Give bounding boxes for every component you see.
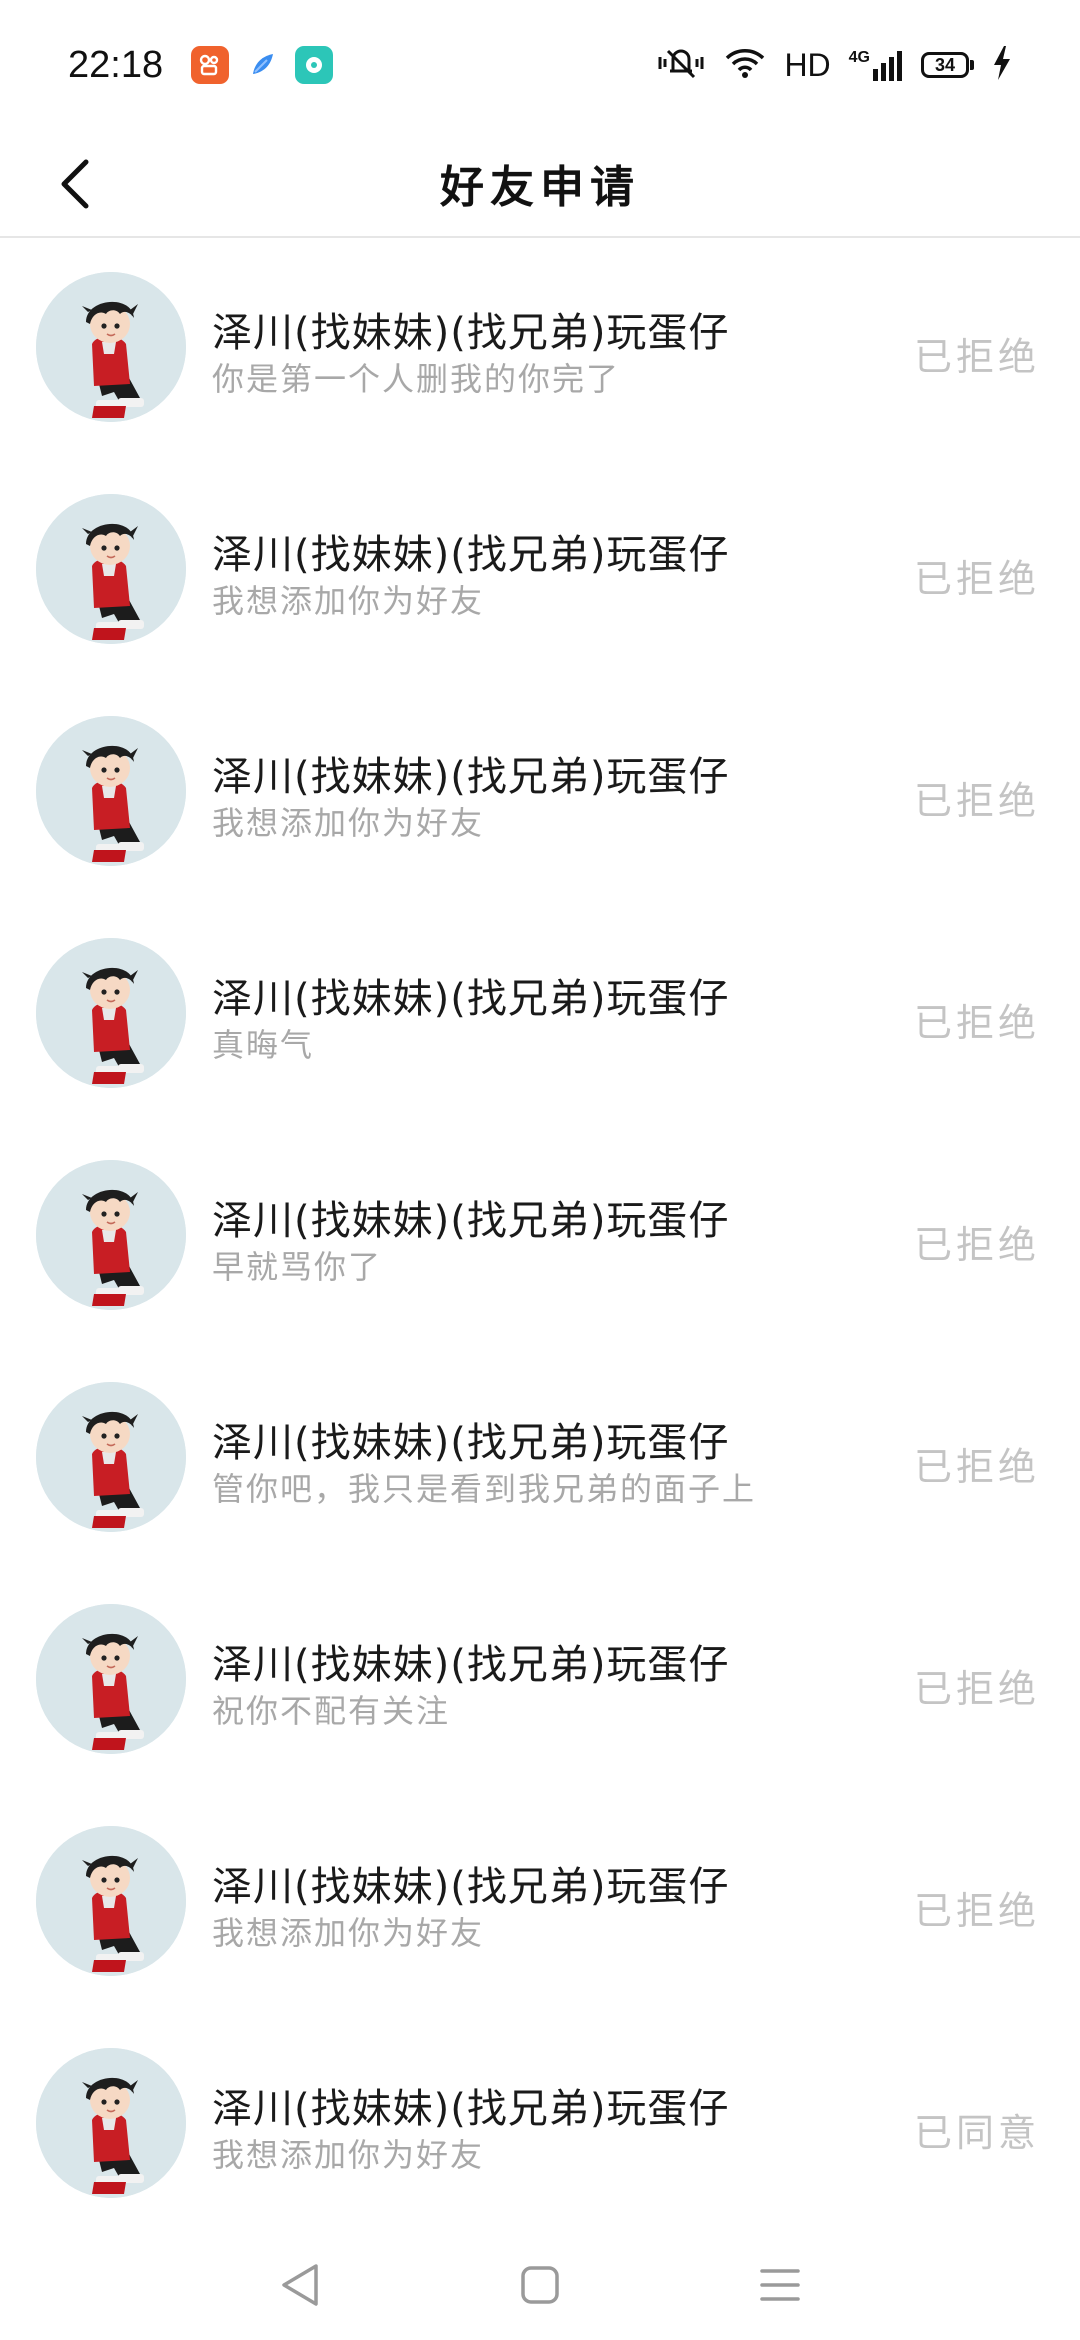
- avatar[interactable]: [36, 272, 186, 422]
- avatar[interactable]: [36, 938, 186, 1088]
- requester-nickname: 泽川(找妹妹)(找兄弟)玩蛋仔: [212, 1198, 730, 1244]
- requester-nickname: 泽川(找妹妹)(找兄弟)玩蛋仔: [212, 1420, 730, 1466]
- nav-back-triangle-icon: [282, 2264, 318, 2306]
- request-status-label: 已拒绝: [913, 1889, 1040, 1933]
- request-message: 你是第一个人删我的你完了: [212, 360, 621, 398]
- request-status-label: 已拒绝: [913, 1667, 1040, 1711]
- nav-home-square-icon: [521, 2266, 559, 2304]
- request-message: 我想添加你为好友: [212, 1914, 485, 1952]
- requester-nickname: 泽川(找妹妹)(找兄弟)玩蛋仔: [212, 532, 730, 578]
- wifi-icon: [724, 46, 766, 84]
- friend-request-list: 泽川(找妹妹)(找兄弟)玩蛋仔 你是第一个人删我的你完了 已拒绝 泽川(找妹妹)(找…: [0, 240, 1080, 2238]
- system-nav-bar: [0, 2230, 1080, 2340]
- request-status-label: 已拒绝: [913, 1223, 1040, 1267]
- friend-request-row[interactable]: 泽川(找妹妹)(找兄弟)玩蛋仔管你吧，我只是看到我兄弟的面子上 已拒绝: [0, 1350, 1080, 1572]
- request-message: 祝你不配有关注: [212, 1692, 451, 1730]
- friend-request-row[interactable]: 泽川(找妹妹)(找兄弟)玩蛋仔我想添加你为好友 已同意: [0, 2016, 1080, 2238]
- request-status-label: 已拒绝: [913, 1001, 1040, 1045]
- nav-back-button[interactable]: [270, 2255, 330, 2315]
- friend-request-row[interactable]: 泽川(找妹妹)(找兄弟)玩蛋仔我想添加你为好友 已拒绝: [0, 462, 1080, 684]
- kuaishou-icon: [191, 46, 230, 84]
- page-title: 好友申请: [440, 162, 640, 213]
- friend-request-row[interactable]: 泽川(找妹妹)(找兄弟)玩蛋仔我想添加你为好友 已拒绝: [0, 684, 1080, 906]
- status-indicators: HD 4G 34: [656, 45, 1012, 85]
- chat-app-icon: [295, 46, 334, 84]
- request-status-label: 已拒绝: [913, 1445, 1040, 1489]
- request-status-label: 已拒绝: [913, 557, 1040, 601]
- avatar[interactable]: [36, 1160, 186, 1310]
- request-status-label: 已拒绝: [913, 779, 1040, 823]
- friend-request-row[interactable]: 泽川(找妹妹)(找兄弟)玩蛋仔你是第一个人删我的你完了 已拒绝: [0, 240, 1080, 462]
- request-message: 管你吧，我只是看到我兄弟的面子上: [212, 1470, 757, 1508]
- chevron-left-icon: [61, 159, 89, 209]
- status-time: 22:18: [68, 43, 164, 86]
- requester-nickname: 泽川(找妹妹)(找兄弟)玩蛋仔: [212, 1642, 730, 1688]
- requester-nickname: 泽川(找妹妹)(找兄弟)玩蛋仔: [212, 310, 730, 356]
- requester-nickname: 泽川(找妹妹)(找兄弟)玩蛋仔: [212, 754, 730, 800]
- page-header: 好友申请: [0, 130, 1080, 238]
- friend-request-row[interactable]: 泽川(找妹妹)(找兄弟)玩蛋仔早就骂你了 已拒绝: [0, 1128, 1080, 1350]
- hd-label: HD: [784, 46, 831, 83]
- cell-label: 4G: [848, 49, 870, 66]
- avatar[interactable]: [36, 716, 186, 866]
- request-message: 早就骂你了: [212, 1248, 383, 1286]
- status-bar: 22:18 HD 4G 34: [0, 0, 1080, 130]
- request-status-label: 已拒绝: [913, 335, 1040, 379]
- avatar[interactable]: [36, 2048, 186, 2198]
- request-message: 我想添加你为好友: [212, 2136, 485, 2174]
- feather-app-icon: [243, 46, 281, 84]
- request-message: 真晦气: [212, 1026, 315, 1064]
- back-button[interactable]: [44, 152, 108, 216]
- avatar[interactable]: [36, 1826, 186, 1976]
- avatar[interactable]: [36, 494, 186, 644]
- friend-request-row[interactable]: 泽川(找妹妹)(找兄弟)玩蛋仔我想添加你为好友 已拒绝: [0, 1794, 1080, 2016]
- avatar[interactable]: [36, 1382, 186, 1532]
- requester-nickname: 泽川(找妹妹)(找兄弟)玩蛋仔: [212, 976, 730, 1022]
- vibrate-mute-icon: [656, 45, 706, 85]
- requester-nickname: 泽川(找妹妹)(找兄弟)玩蛋仔: [212, 2086, 730, 2132]
- nav-menu-lines-icon: [760, 2269, 800, 2301]
- request-status-label: 已同意: [913, 2111, 1040, 2155]
- friend-requests-screen: 22:18 HD 4G 34 好友申请 泽川(找妹妹)(找兄弟)玩蛋仔 你是第一…: [0, 0, 1080, 2340]
- requester-nickname: 泽川(找妹妹)(找兄弟)玩蛋仔: [212, 1864, 730, 1910]
- charging-bolt-icon: [992, 46, 1012, 84]
- request-message: 我想添加你为好友: [212, 582, 485, 620]
- request-message: 我想添加你为好友: [212, 804, 485, 842]
- battery-level: 34: [921, 52, 969, 78]
- nav-home-button[interactable]: [510, 2255, 570, 2315]
- nav-menu-button[interactable]: [750, 2255, 810, 2315]
- friend-request-row[interactable]: 泽川(找妹妹)(找兄弟)玩蛋仔祝你不配有关注 已拒绝: [0, 1572, 1080, 1794]
- battery-icon: 34: [921, 52, 974, 78]
- friend-request-row[interactable]: 泽川(找妹妹)(找兄弟)玩蛋仔真晦气 已拒绝: [0, 906, 1080, 1128]
- avatar[interactable]: [36, 1604, 186, 1754]
- cell-signal-icon: 4G: [849, 49, 903, 81]
